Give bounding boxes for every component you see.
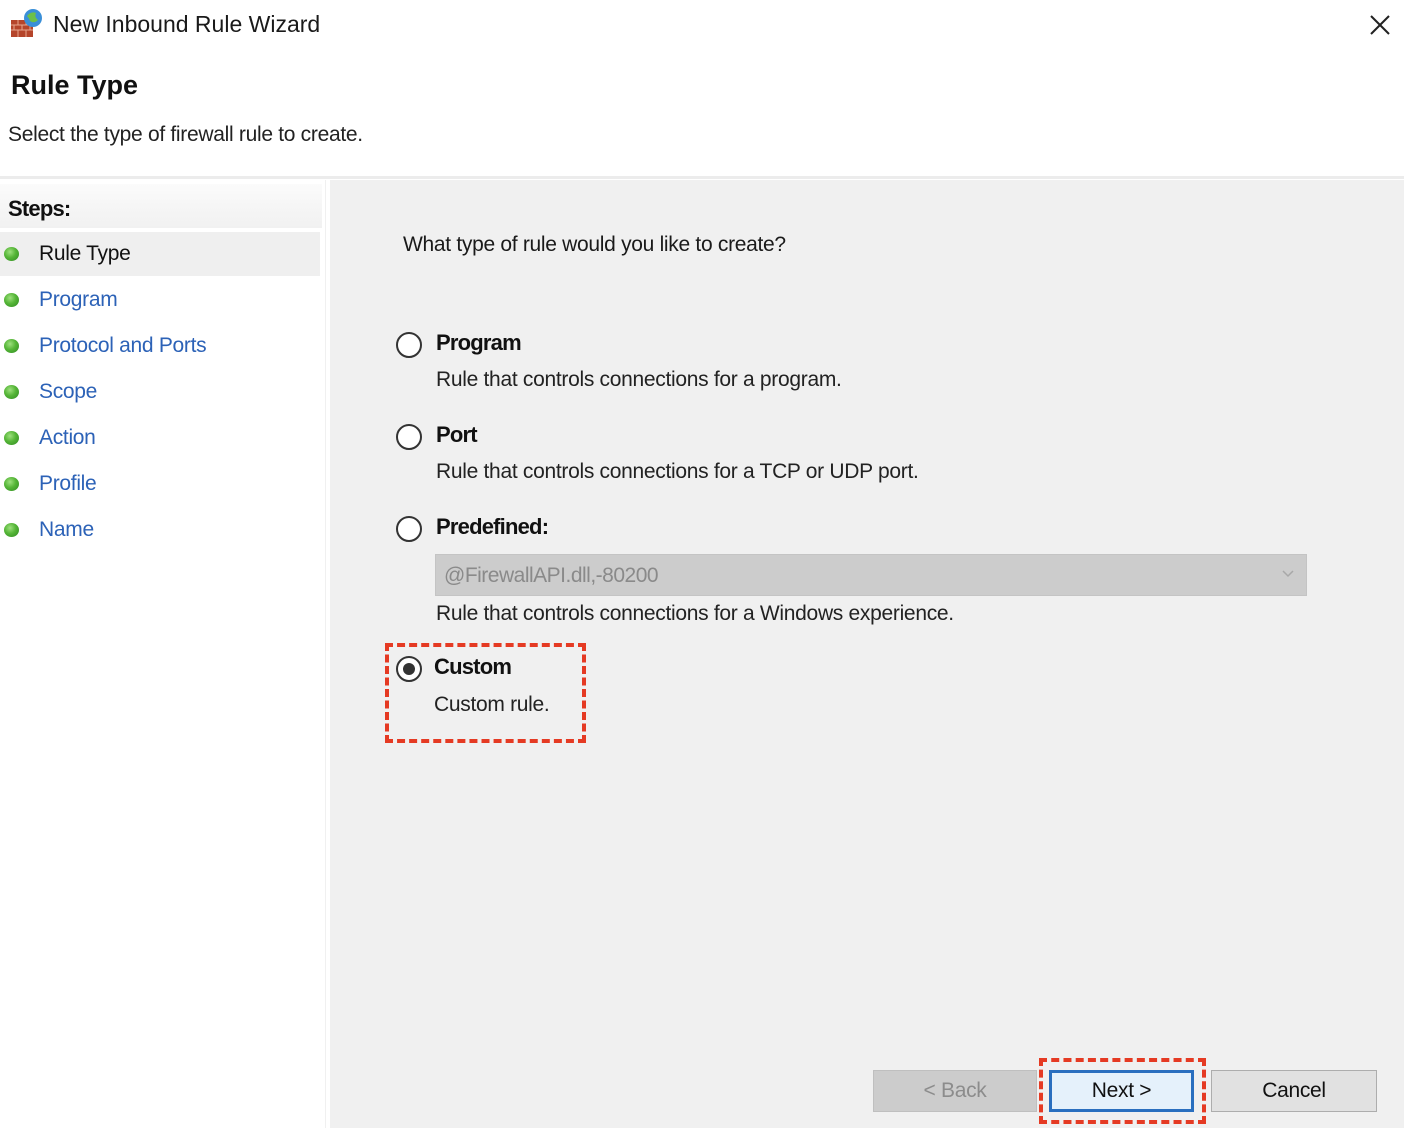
option-label[interactable]: Predefined: [436,514,549,540]
option-label[interactable]: Custom [434,654,512,680]
step-status-icon [4,293,19,307]
option-label[interactable]: Port [436,422,478,448]
firewall-icon [10,8,44,38]
predefined-dropdown[interactable]: @FirewallAPI.dll,-80200 [435,554,1307,596]
steps-title: Steps: [8,196,71,221]
next-button[interactable]: Next > [1049,1070,1194,1112]
option-description: Rule that controls connections for a TCP… [436,460,919,483]
step-profile[interactable]: Profile [0,462,320,506]
close-button[interactable] [1356,0,1404,50]
step-status-icon [4,339,19,353]
option-description: Rule that controls connections for a Win… [436,602,954,625]
chevron-down-icon [1282,570,1294,578]
radio-custom[interactable] [396,656,422,682]
option-label[interactable]: Program [436,330,522,356]
step-status-icon [4,523,19,537]
step-program[interactable]: Program [0,278,320,322]
step-label: Name [39,518,94,541]
dropdown-value: @FirewallAPI.dll,-80200 [444,564,659,587]
step-status-icon [4,247,19,261]
cancel-button[interactable]: Cancel [1211,1070,1377,1112]
window-title: New Inbound Rule Wizard [53,11,321,37]
step-protocol-and-ports[interactable]: Protocol and Ports [0,324,320,368]
close-icon [1370,15,1390,35]
option-description: Custom rule. [434,693,550,716]
step-label: Program [39,288,118,311]
step-status-icon [4,385,19,399]
step-scope[interactable]: Scope [0,370,320,414]
step-label: Profile [39,472,97,495]
wizard-window: New Inbound Rule Wizard Rule Type Select… [0,0,1404,1128]
step-label: Rule Type [39,242,131,265]
content-panel: What type of rule would you like to crea… [330,180,1404,1128]
radio-program[interactable] [396,332,422,358]
radio-predefined[interactable] [396,516,422,542]
question-text: What type of rule would you like to crea… [403,233,786,256]
header-divider [0,176,1404,179]
step-rule-type[interactable]: Rule Type [0,232,320,276]
option-description: Rule that controls connections for a pro… [436,368,842,391]
radio-port[interactable] [396,424,422,450]
page-subtitle: Select the type of firewall rule to crea… [8,123,363,146]
step-label: Scope [39,380,98,403]
title-bar: New Inbound Rule Wizard [0,0,1404,50]
step-label: Action [39,426,96,449]
wizard-header: Rule Type Select the type of firewall ru… [0,50,1404,178]
step-status-icon [4,431,19,445]
page-title: Rule Type [11,70,139,100]
steps-sidebar: Steps: Rule Type Program Protocol and Po… [0,180,326,1128]
steps-header: Steps: [0,184,322,228]
step-action[interactable]: Action [0,416,320,460]
step-label: Protocol and Ports [39,334,207,357]
step-name[interactable]: Name [0,508,320,552]
back-button[interactable]: < Back [873,1070,1037,1112]
step-status-icon [4,477,19,491]
